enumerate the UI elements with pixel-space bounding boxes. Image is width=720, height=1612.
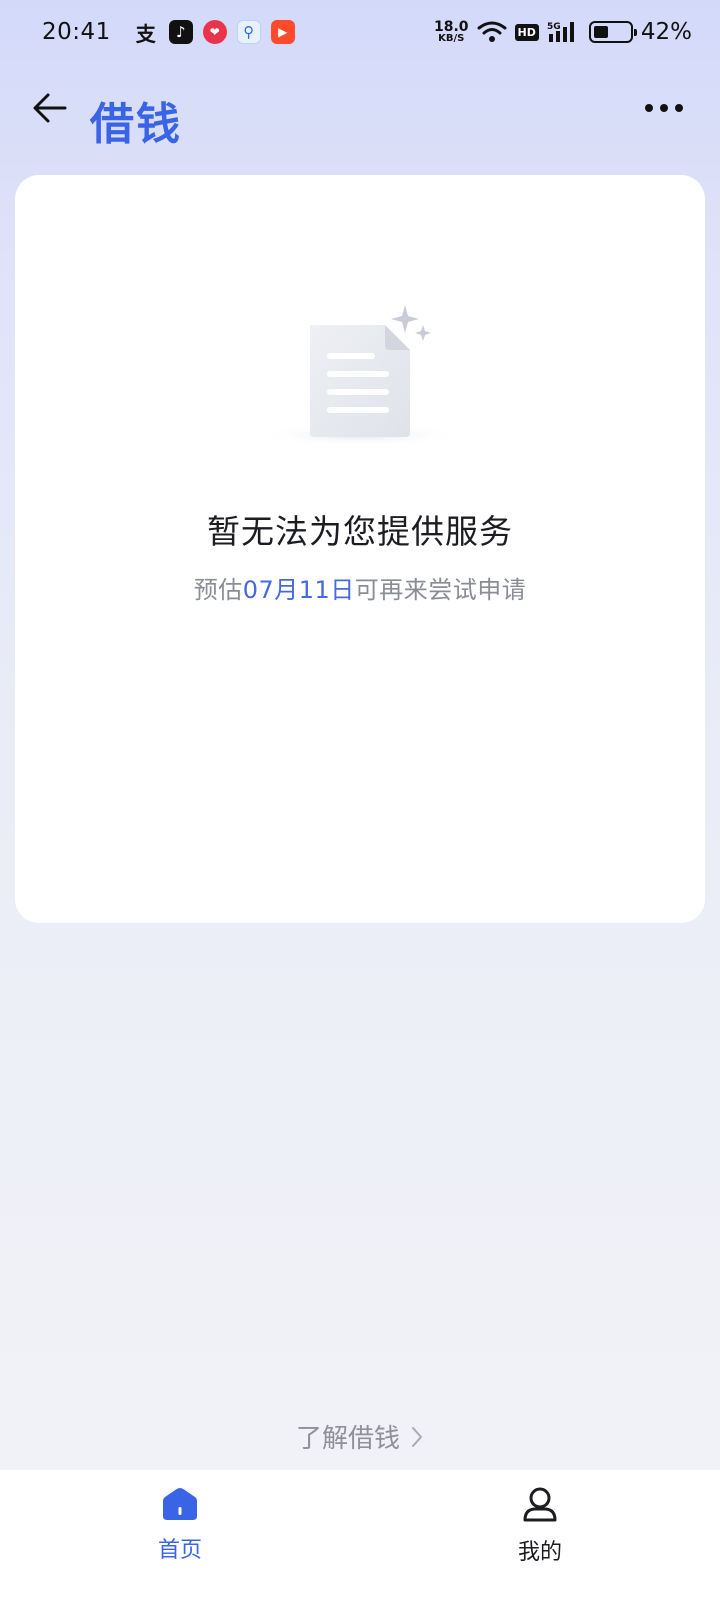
status-time: 20:41 (42, 19, 111, 45)
nav-item-mine[interactable]: 我的 (360, 1470, 720, 1612)
battery-icon (588, 21, 637, 43)
status-bar: 20:41 支 ♪ ❤ ⚲ ▶ 18.0 KB/S HD 5G 42% (0, 0, 720, 64)
cell-signal-icon: 5G (547, 22, 574, 42)
arrow-left-icon (33, 93, 67, 123)
learn-more-link[interactable]: 了解借钱 (0, 1418, 720, 1455)
alipay-icon: 支 (135, 21, 156, 46)
learn-more-label: 了解借钱 (295, 1424, 400, 1454)
wifi-icon (477, 21, 507, 42)
network-speed-value: 18.0 (433, 19, 469, 35)
video-app-icon: ▶ (270, 20, 295, 44)
empty-state-subtitle: 预估07月11日可再来尝试申请 (15, 570, 705, 605)
chevron-right-icon (412, 1426, 422, 1447)
more-dots-icon (645, 104, 683, 112)
more-button[interactable] (640, 84, 688, 132)
home-icon (163, 1488, 197, 1520)
reapply-date: 07月11日 (242, 576, 355, 604)
tiktok-icon: ♪ (168, 20, 193, 44)
hd-badge: HD (514, 23, 539, 41)
network-speed-unit: KB/S (438, 33, 465, 44)
page-header: 借钱 (0, 80, 720, 160)
status-right: 18.0 KB/S HD 5G 42% (434, 19, 692, 45)
battery-percent: 42% (640, 19, 692, 45)
taobao-icon: ❤ (202, 20, 227, 44)
status-app-icons: 支 ♪ ❤ ⚲ ▶ (133, 20, 295, 46)
network-speed: 18.0 KB/S (434, 20, 469, 44)
battery-fill (593, 26, 609, 38)
page-title: 借钱 (90, 99, 182, 150)
nav-label-home: 首页 (157, 1538, 202, 1563)
search-app-icon: ⚲ (236, 20, 261, 44)
empty-document-icon (260, 305, 460, 445)
user-icon (523, 1487, 557, 1522)
svg-text:5G: 5G (547, 22, 561, 32)
nav-item-home[interactable]: 首页 (0, 1470, 360, 1612)
back-button[interactable] (26, 84, 74, 132)
subtitle-prefix: 预估 (193, 576, 243, 604)
empty-state-card: 暂无法为您提供服务 预估07月11日可再来尝试申请 (15, 175, 705, 923)
subtitle-suffix: 可再来尝试申请 (354, 576, 527, 604)
bottom-nav: 首页 我的 (0, 1470, 720, 1612)
empty-state-title: 暂无法为您提供服务 (207, 512, 513, 551)
nav-label-mine: 我的 (517, 1540, 562, 1565)
